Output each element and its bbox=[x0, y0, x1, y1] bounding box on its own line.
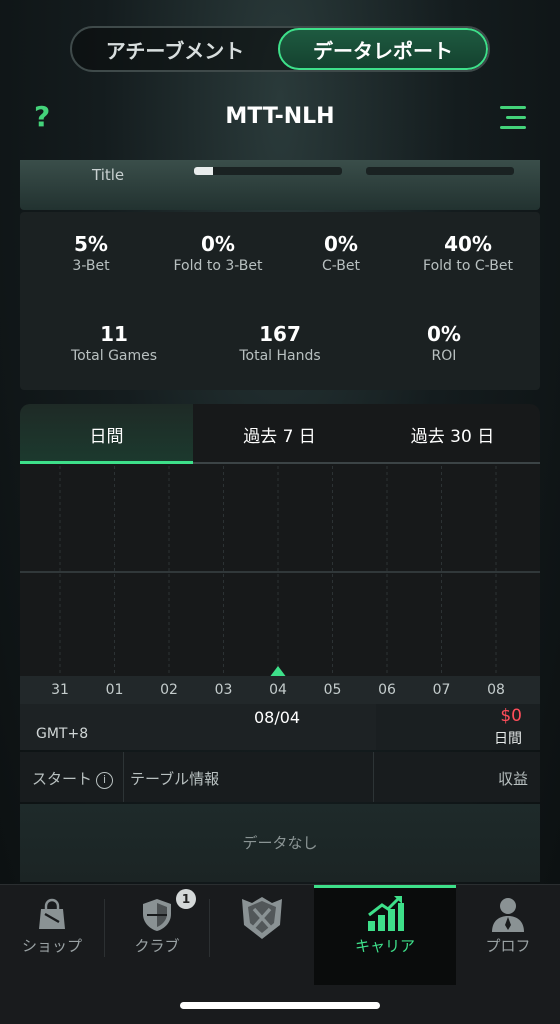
nav-profile-label: プロフ bbox=[485, 937, 531, 955]
col-profit-header: 収益 bbox=[497, 770, 528, 788]
title-progress-bar-2 bbox=[366, 167, 514, 175]
career-growth-icon bbox=[368, 895, 404, 931]
selected-date: 08/04 bbox=[254, 708, 301, 727]
chart-panel: 日間 過去 7 日 過去 30 日 31 01 02 03 04 05 06 07 08 GMT… bbox=[20, 404, 540, 750]
stat-cbet: 0% C-Bet bbox=[290, 232, 392, 274]
tab-daily[interactable]: 日間 bbox=[20, 404, 193, 464]
summary-box: $0 日間 bbox=[376, 704, 540, 750]
nav-club-label: クラブ bbox=[134, 937, 180, 955]
nav-career-label: キャリア bbox=[354, 937, 415, 955]
home-emblem-icon bbox=[242, 897, 282, 939]
nav-shop-label: ショップ bbox=[21, 937, 82, 955]
timezone-label: GMT+8 bbox=[36, 726, 89, 742]
tab-30-days[interactable]: 過去 30 日 bbox=[366, 404, 539, 464]
achievements-tab[interactable]: アチーブメント bbox=[72, 28, 278, 70]
table-header: スタート i テーブル情報 収益 bbox=[20, 752, 540, 802]
stat-label: Total Games bbox=[70, 348, 158, 364]
nav-profile[interactable]: プロフ bbox=[456, 885, 560, 985]
empty-state: データなし bbox=[20, 804, 540, 882]
stat-value: 11 bbox=[100, 322, 128, 346]
stat-total-hands: 167 Total Hands bbox=[224, 322, 336, 364]
stat-value: 167 bbox=[259, 322, 301, 346]
stat-fold-to-3bet: 0% Fold to 3-Bet bbox=[160, 232, 276, 274]
col-table-info-header: テーブル情報 bbox=[130, 770, 220, 788]
stat-label: Fold to C-Bet bbox=[423, 258, 513, 274]
x-tick-label[interactable]: 07 bbox=[433, 682, 451, 698]
info-icon[interactable]: i bbox=[96, 772, 114, 789]
x-tick-label[interactable]: 04 bbox=[269, 682, 287, 698]
column-divider bbox=[373, 752, 374, 802]
tab-divider bbox=[193, 462, 540, 464]
stat-roi: 0% ROI bbox=[390, 322, 498, 364]
x-tick-label[interactable]: 03 bbox=[215, 682, 233, 698]
stat-label: C-Bet bbox=[321, 258, 361, 274]
nav-shop[interactable]: ショップ bbox=[0, 885, 104, 985]
chart-info-row: GMT+8 08/04 $0 日間 bbox=[20, 704, 540, 750]
title-progress-fill bbox=[194, 167, 214, 175]
stat-value: 40% bbox=[444, 232, 492, 256]
profit-amount: $0 bbox=[500, 706, 522, 726]
title-strip: Title bbox=[20, 160, 540, 210]
home-indicator bbox=[180, 1002, 380, 1009]
column-divider bbox=[123, 752, 124, 802]
col-start-header[interactable]: スタート i bbox=[32, 768, 114, 789]
col-start-label: スタート bbox=[32, 770, 93, 788]
x-tick-label[interactable]: 05 bbox=[324, 682, 342, 698]
x-tick-label[interactable]: 02 bbox=[160, 682, 178, 698]
profile-person-icon bbox=[492, 898, 524, 932]
period-tabs: 日間 過去 7 日 過去 30 日 bbox=[20, 404, 540, 464]
view-toggle: アチーブメント データレポート bbox=[70, 26, 490, 72]
stat-label: ROI bbox=[431, 348, 457, 364]
nav-career[interactable]: キャリア bbox=[314, 885, 456, 985]
stat-label: Fold to 3-Bet bbox=[173, 258, 263, 274]
x-tick-label[interactable]: 08 bbox=[487, 682, 505, 698]
stat-total-games: 11 Total Games bbox=[60, 322, 168, 364]
club-notification-badge: 1 bbox=[176, 889, 196, 909]
title-label: Title bbox=[92, 166, 125, 184]
title-progress-bar bbox=[194, 167, 342, 175]
x-axis: 31 01 02 03 04 05 06 07 08 bbox=[20, 676, 540, 706]
period-label: 日間 bbox=[494, 731, 522, 747]
data-report-tab[interactable]: データレポート bbox=[278, 28, 488, 70]
x-tick-label[interactable]: 01 bbox=[106, 682, 124, 698]
club-shield-icon bbox=[143, 899, 171, 931]
nav-home[interactable] bbox=[210, 885, 314, 985]
stats-panel: 5% 3-Bet 0% Fold to 3-Bet 0% C-Bet 40% F… bbox=[20, 212, 540, 390]
stat-value: 0% bbox=[201, 232, 235, 256]
stat-label: Total Hands bbox=[239, 348, 321, 364]
stat-value: 5% bbox=[74, 232, 108, 256]
stat-value: 0% bbox=[324, 232, 358, 256]
stat-label: 3-Bet bbox=[72, 258, 110, 274]
shop-bag-icon bbox=[39, 898, 65, 929]
stat-3bet: 5% 3-Bet bbox=[40, 232, 142, 274]
stat-value: 0% bbox=[427, 322, 461, 346]
tab-7-days[interactable]: 過去 7 日 bbox=[193, 404, 366, 464]
page-title: MTT-NLH bbox=[225, 104, 335, 129]
x-tick-label[interactable]: 06 bbox=[378, 682, 396, 698]
profit-chart[interactable] bbox=[20, 466, 540, 678]
x-tick-label[interactable]: 31 bbox=[51, 682, 69, 698]
stat-fold-to-cbet: 40% Fold to C-Bet bbox=[410, 232, 526, 274]
menu-icon[interactable] bbox=[500, 106, 526, 130]
